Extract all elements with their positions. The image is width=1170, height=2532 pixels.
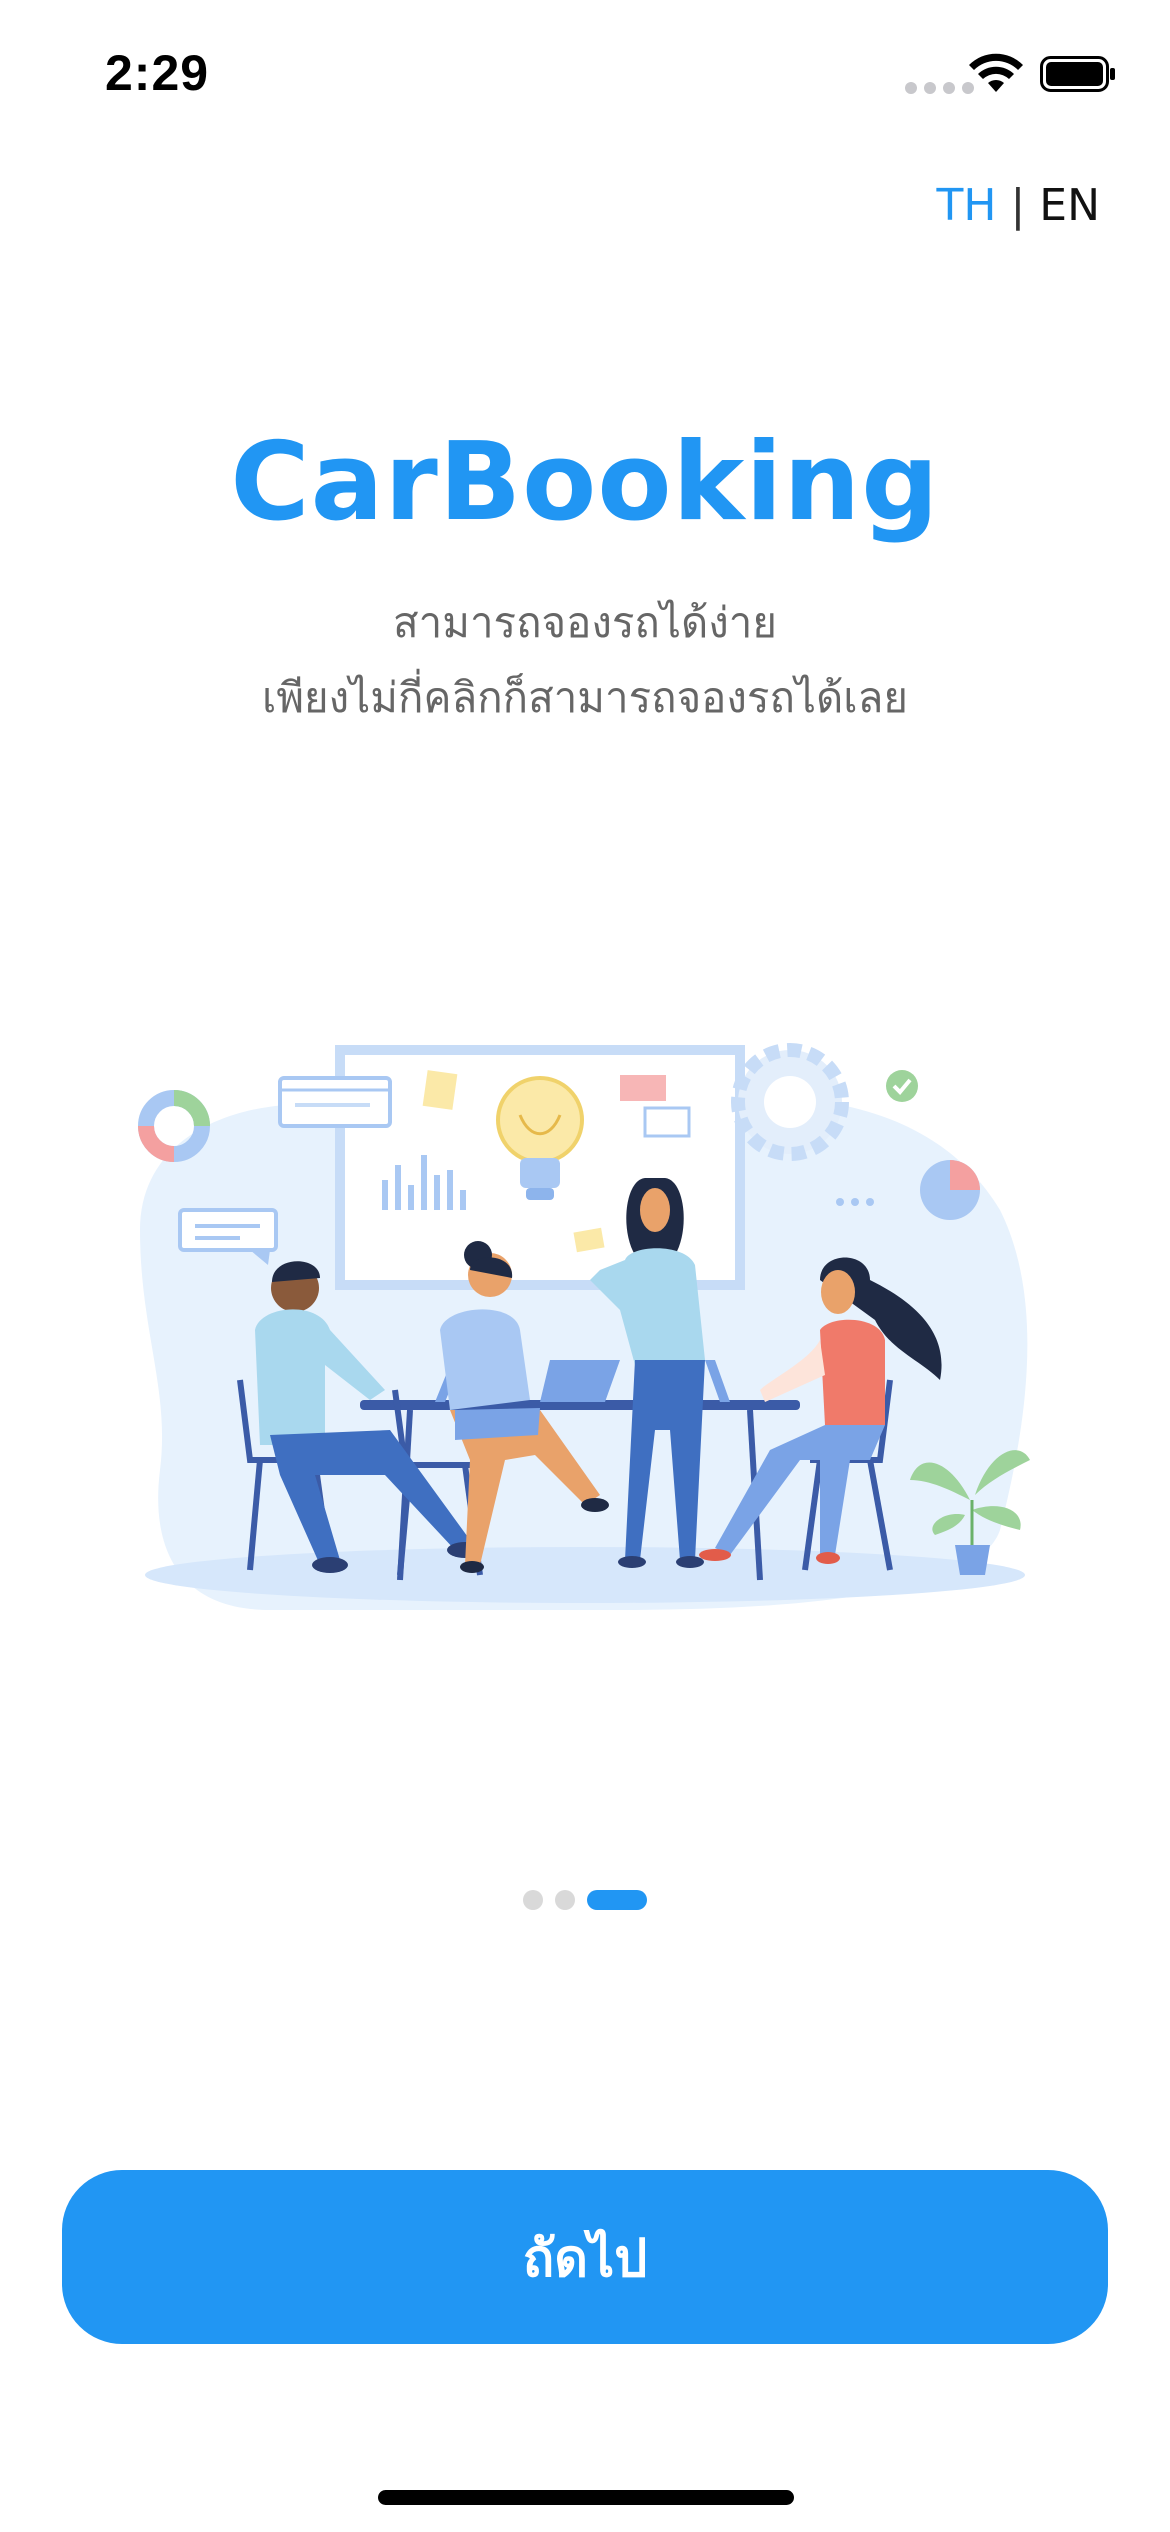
team-meeting-illustration [138,1043,1030,1610]
page-dot-1[interactable] [523,1890,543,1910]
language-th-option[interactable]: TH [936,180,996,231]
language-switch: TH | EN [936,180,1100,231]
page-dot-2[interactable] [555,1890,575,1910]
page-dot-3-active[interactable] [587,1890,647,1910]
page-indicator [0,1890,1170,1910]
status-time: 2:29 [105,45,210,101]
next-button-label: ถัดไป [522,2228,648,2289]
subtitle-line-1: สามารถจองรถได้ง่าย [393,598,777,647]
language-en-option[interactable]: EN [1039,180,1100,231]
battery-icon [1040,56,1115,92]
wifi-icon [969,53,1023,92]
cellular-signal-icon [905,82,974,94]
app-title: CarBooking [230,420,940,545]
subtitle-line-2: เพียงไม่กี่คลิกก็สามารถจองรถได้เลย [262,673,908,722]
status-bar: 2:29 [0,0,1170,140]
next-button[interactable]: ถัดไป [62,2170,1108,2344]
onboarding-screen: 2:29 TH | EN CarBooking สามารถจองรถได้ง่… [0,0,1170,2532]
home-indicator[interactable] [378,2490,794,2505]
language-separator: | [1010,180,1026,231]
